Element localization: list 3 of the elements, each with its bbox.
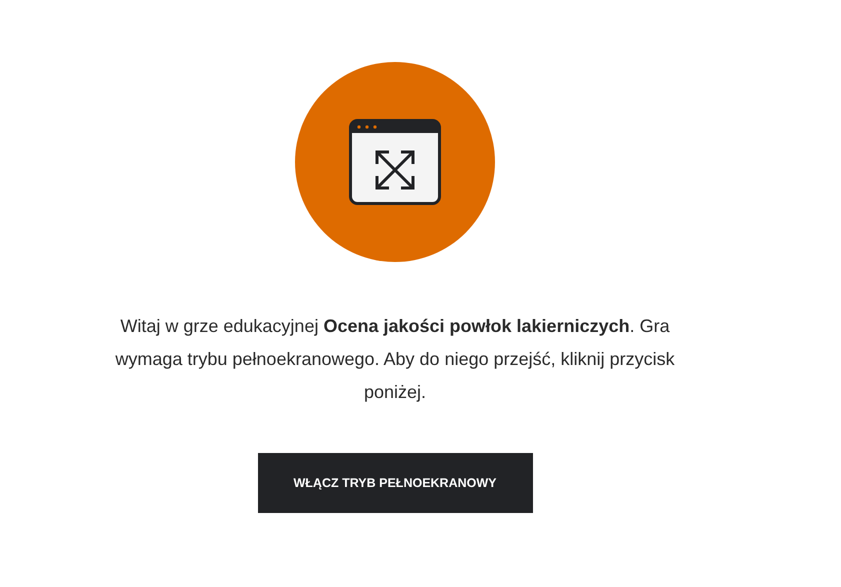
intro-text: Witaj w grze edukacyjnej Ocena jakości powłok lakierniczych. Gra wymaga trybu pełnoekranowego. Aby do niego przejść, kliknij przycisk poniżej. [115,315,675,404]
fullscreen-window-icon [349,119,441,205]
fullscreen-button[interactable]: WŁĄCZ TRYB PEŁNOEKRANOWY [258,453,532,513]
